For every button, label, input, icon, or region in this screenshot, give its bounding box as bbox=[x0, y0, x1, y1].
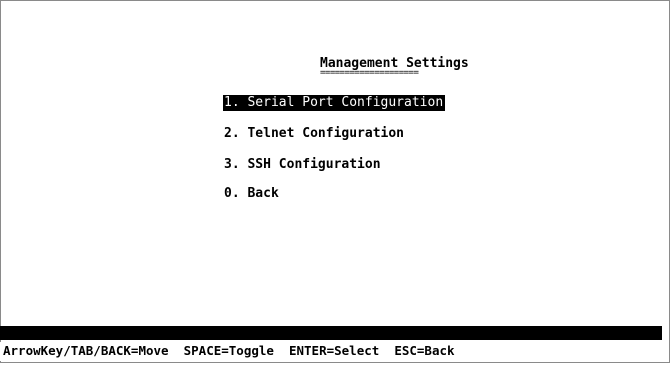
menu-item-telnet-configuration[interactable]: 2. Telnet Configuration bbox=[223, 126, 406, 142]
key-help-text: ArrowKey/TAB/BACK=Move SPACE=Toggle ENTE… bbox=[3, 343, 455, 358]
menu-item-back[interactable]: 0. Back bbox=[223, 186, 281, 202]
status-bar bbox=[0, 326, 662, 340]
page-title-underline: ==================== bbox=[320, 68, 419, 78]
terminal-window bbox=[0, 0, 670, 363]
menu-item-serial-port-configuration[interactable]: 1. Serial Port Configuration bbox=[223, 95, 446, 111]
menu-item-ssh-configuration[interactable]: 3. SSH Configuration bbox=[223, 157, 383, 173]
